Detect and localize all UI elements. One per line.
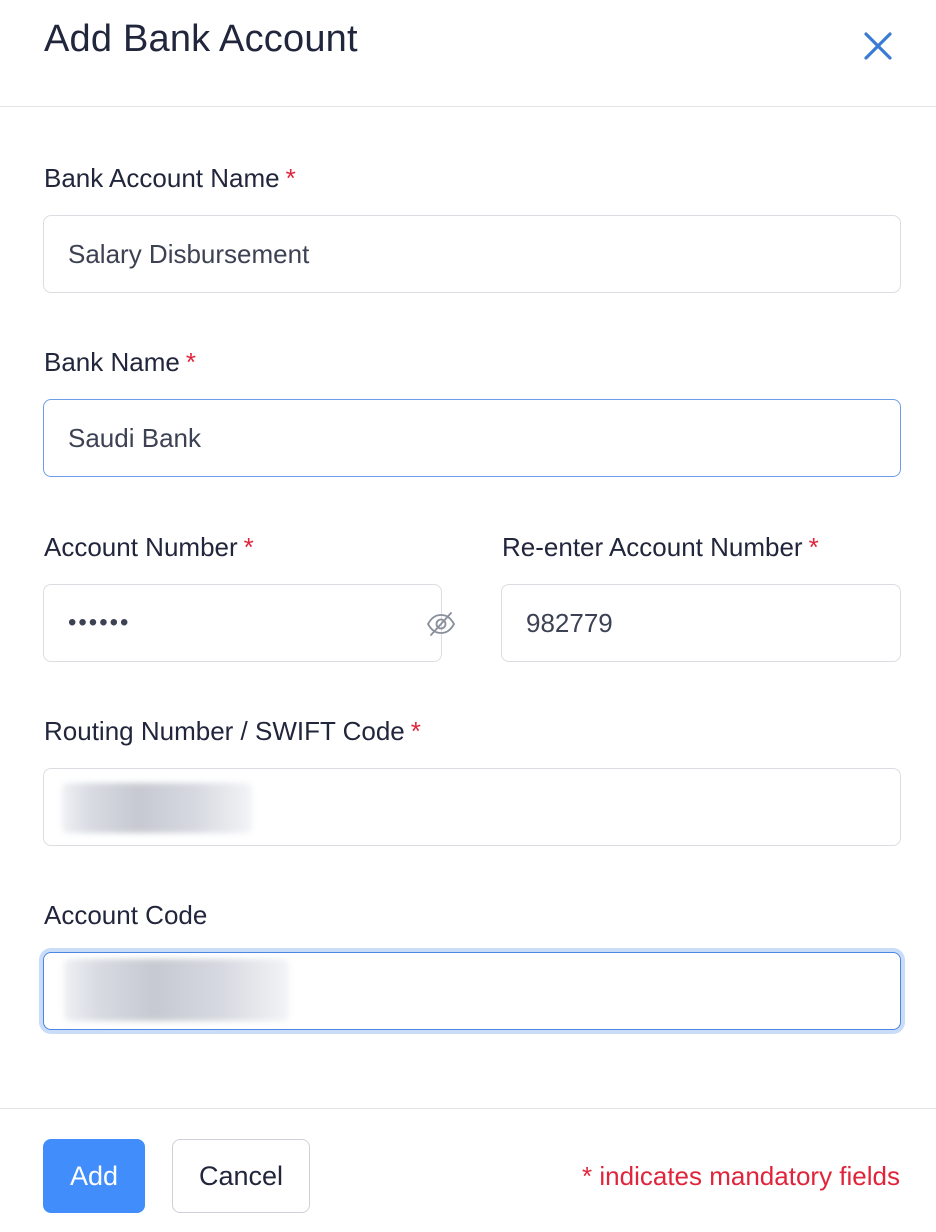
routing-number-label: Routing Number / SWIFT Code *	[44, 716, 421, 747]
toggle-visibility-button[interactable]	[426, 611, 456, 637]
routing-number-field[interactable]	[43, 768, 901, 846]
required-asterisk: *	[410, 716, 421, 746]
bank-name-label-text: Bank Name	[44, 347, 180, 377]
bank-name-input[interactable]	[68, 400, 868, 476]
cancel-button[interactable]: Cancel	[172, 1139, 310, 1213]
close-button[interactable]	[858, 26, 898, 66]
modal-title: Add Bank Account	[44, 18, 358, 60]
add-button[interactable]: Add	[43, 1139, 145, 1213]
redacted-account-code	[64, 959, 289, 1021]
add-bank-account-modal: Add Bank Account Bank Account Name* Bank…	[0, 0, 936, 1232]
redacted-routing-number	[62, 783, 252, 833]
bank-name-label: Bank Name *	[44, 347, 196, 378]
reenter-account-number-label-text: Re-enter Account Number	[502, 532, 803, 562]
account-code-field[interactable]	[43, 952, 901, 1030]
bank-name-field[interactable]	[43, 399, 901, 477]
bank-account-name-input[interactable]	[68, 216, 868, 292]
close-icon	[864, 32, 892, 60]
reenter-account-number-input[interactable]	[526, 585, 876, 661]
bank-account-name-label-text: Bank Account Name	[44, 163, 280, 193]
reenter-account-number-field[interactable]	[501, 584, 901, 662]
bank-account-name-label: Bank Account Name *	[44, 163, 296, 194]
required-asterisk: *	[243, 532, 254, 562]
account-code-label-text: Account Code	[44, 900, 208, 930]
modal-header: Add Bank Account	[0, 0, 936, 107]
account-number-input[interactable]	[68, 585, 408, 661]
routing-number-label-text: Routing Number / SWIFT Code	[44, 716, 405, 746]
required-asterisk: *	[808, 532, 819, 562]
account-number-field[interactable]	[43, 584, 456, 662]
account-number-label-text: Account Number	[44, 532, 238, 562]
mandatory-fields-note: * indicates mandatory fields	[582, 1161, 900, 1191]
required-asterisk: *	[285, 163, 296, 193]
reenter-account-number-label: Re-enter Account Number *	[502, 532, 819, 563]
account-number-label: Account Number *	[44, 532, 254, 563]
eye-slash-icon	[426, 612, 456, 636]
account-code-label: Account Code	[44, 900, 207, 931]
modal-footer: Add Cancel * indicates mandatory fields	[0, 1108, 936, 1232]
required-asterisk: *	[185, 347, 196, 377]
bank-account-name-field[interactable]	[43, 215, 901, 293]
